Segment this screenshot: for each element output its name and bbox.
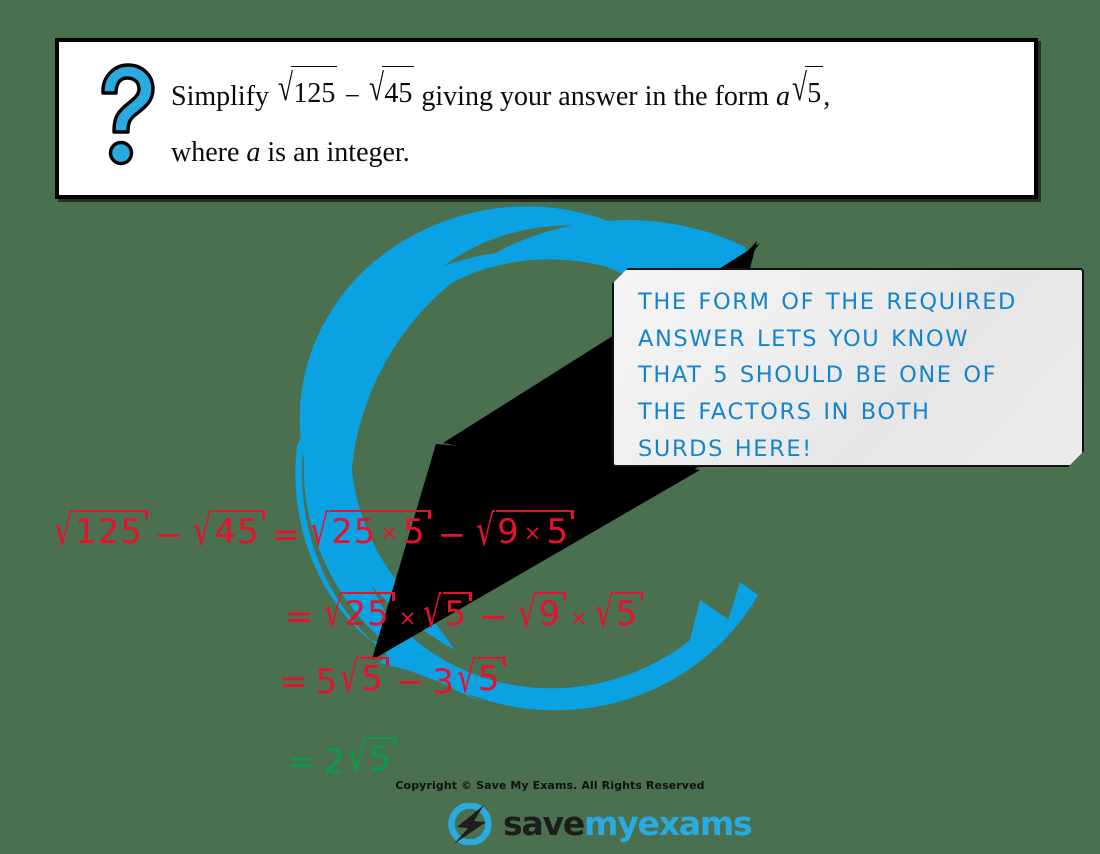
hw-radical-45: √45 [191, 507, 265, 556]
hw-25: 25 [331, 511, 377, 552]
hw-minus-2: − [437, 515, 468, 555]
question-coefficient: a [776, 81, 790, 112]
hw3-radical-5a: √5 [338, 654, 389, 703]
hw4-radical-5: √5 [346, 734, 397, 783]
hw4-equals: = [287, 742, 317, 782]
question-line-2: where a is an integer. [171, 126, 1016, 181]
question-line2-prefix: where [171, 136, 247, 168]
question-text: Simplify √125 − √45 giving your answer i… [171, 65, 1016, 181]
question-mark-icon [101, 63, 155, 166]
callout-text: THE FORM OF THE REQUIRED ANSWER LETS YOU… [638, 284, 1068, 467]
callout-line-1: THE FORM OF THE REQUIRED [638, 289, 1017, 315]
hw3-equals: = [279, 662, 309, 702]
working-line-1: √125− √45 = √25 × 5− √9 × 5 [52, 507, 575, 556]
hw2-equals: = [285, 597, 315, 637]
watermark-arc-inner [299, 206, 660, 651]
copyright-text: Copyright © Save My Exams. All Rights Re… [395, 779, 705, 792]
hw3-coef-2: 3 [432, 662, 455, 702]
callout-line-2: ANSWER LETS YOU KNOW [638, 325, 970, 352]
working-line-2: = √25 × √5− √9 × √5 [278, 589, 644, 638]
question-box: Simplify √125 − √45 giving your answer i… [55, 38, 1038, 199]
working-line-4-answer: = 2√5 [280, 734, 397, 783]
question-operator: − [344, 81, 361, 112]
hw-9: 9 [497, 511, 520, 552]
hw3-radical-5b: √5 [455, 654, 506, 703]
hw3-minus: − [395, 662, 426, 702]
radical-125: √125 [276, 65, 338, 126]
hw-radical-125: √125 [52, 507, 148, 556]
hw2-minus: − [479, 597, 509, 637]
callout-line-4: THE FACTORS IN BOTH [638, 399, 931, 426]
hw-equals-1: = [271, 515, 302, 555]
radical-45: √45 [367, 65, 415, 126]
hw-times-1: × [380, 520, 400, 546]
hw-radical-25x5: √25 × 5 [308, 507, 431, 556]
page-canvas: Simplify √125 − √45 giving your answer i… [0, 0, 1100, 854]
radical-5: √5 [790, 65, 824, 126]
question-line-1: Simplify √125 − √45 giving your answer i… [171, 65, 1016, 126]
logo-word-my: my [584, 804, 639, 843]
question-line2-suffix: is an integer. [260, 136, 410, 168]
hw-radical-9x5: √9 × 5 [474, 507, 575, 556]
hw2-radical-25: √25 [322, 589, 396, 638]
hw2-radical-5a: √5 [421, 589, 473, 638]
exam-tip-callout: THE FORM OF THE REQUIRED ANSWER LETS YOU… [612, 268, 1084, 467]
callout-line-5: SURDS HERE! [638, 435, 813, 462]
hw2-times-2: × [570, 605, 589, 631]
question-line2-variable: a [246, 136, 261, 168]
hw2-radical-9: √9 [516, 589, 567, 638]
question-suffix: , [823, 81, 831, 112]
logo-wordmark: savemyexams [503, 804, 753, 843]
working-line-3: = 5√5−3√5 [272, 654, 506, 703]
save-my-exams-logo: savemyexams [446, 802, 753, 846]
hw-minus-1: − [154, 515, 185, 555]
hw4-coef: 2 [323, 742, 347, 782]
hw3-coef-1: 5 [315, 662, 339, 702]
hw-5a: 5 [403, 511, 426, 552]
logo-word-save: save [503, 804, 585, 843]
hw-5b: 5 [546, 511, 570, 552]
hw2-radical-5b: √5 [593, 589, 644, 638]
question-middle: giving your answer in the form [414, 81, 776, 112]
callout-pointer-icon [594, 370, 616, 382]
question-prefix: Simplify [171, 81, 277, 112]
hw-times-2: × [523, 520, 543, 546]
callout-line-3: THAT 5 SHOULD BE ONE OF [638, 362, 998, 389]
logo-word-exams: exams [637, 804, 753, 843]
hw2-times-1: × [398, 605, 418, 631]
